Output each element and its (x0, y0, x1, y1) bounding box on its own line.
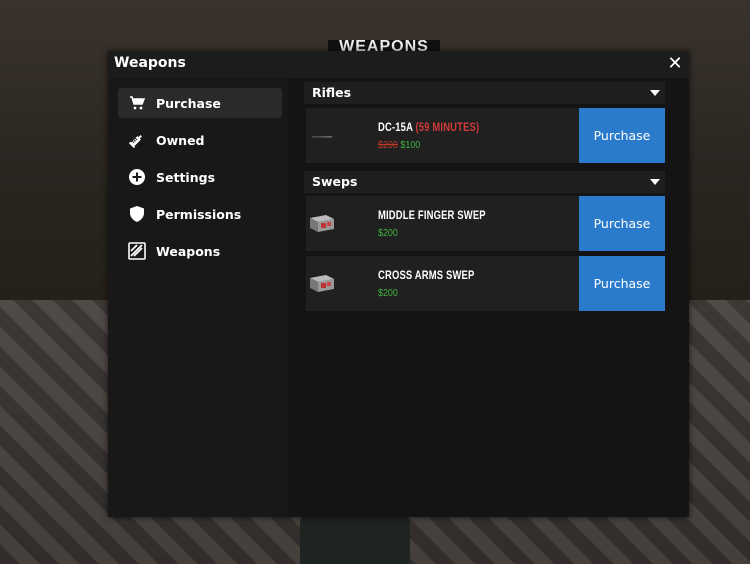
sidebar-item-owned[interactable]: Owned (118, 125, 282, 155)
window-title: Weapons (114, 55, 186, 71)
sidebar-item-permissions[interactable]: Permissions (118, 199, 282, 229)
category-title: Rifles (312, 85, 352, 100)
sidebar-item-label: Purchase (156, 95, 221, 111)
list-item: MIDDLE FINGER SWEP $200 Purchase (306, 196, 665, 251)
item-price-line: $200 (378, 287, 398, 299)
item-name: MIDDLE FINGER SWEP (378, 210, 486, 222)
item-old-price: $200 (378, 139, 398, 151)
purchase-button[interactable]: Purchase (579, 256, 665, 311)
item-price-line: $200 $100 (378, 139, 420, 151)
plus-circle-icon (128, 168, 146, 186)
list-item: DC-15A (59 MINUTES) $200 $100 Purchase (306, 108, 665, 163)
close-icon: ✕ (667, 53, 683, 74)
sidebar-item-label: Permissions (156, 206, 242, 222)
sidebar-item-label: Owned (156, 132, 205, 148)
close-button[interactable]: ✕ (665, 54, 685, 74)
item-price: $200 (378, 227, 398, 239)
item-timer: (59 MINUTES) (415, 122, 480, 134)
sidebar-item-label: Weapons (156, 243, 221, 259)
item-price: $100 (400, 139, 421, 151)
item-name: CROSS ARMS SWEP (378, 270, 475, 282)
sidebar-item-label: Settings (156, 169, 216, 185)
sidebar: Purchase Owned Settings Permissions Weap… (108, 78, 288, 517)
purchase-button[interactable]: Purchase (579, 196, 665, 251)
category-title: Sweps (312, 174, 358, 189)
cart-icon (128, 94, 146, 112)
item-name: DC-15A (378, 122, 413, 134)
sidebar-item-weapons[interactable]: Weapons (118, 236, 282, 266)
box-thumbnail-icon (308, 270, 364, 298)
item-price-line: $200 (378, 227, 398, 239)
sidebar-item-purchase[interactable]: Purchase (118, 88, 282, 118)
background-player (300, 515, 410, 564)
title-bar: Weapons ✕ (108, 51, 689, 78)
sidebar-item-settings[interactable]: Settings (118, 162, 282, 192)
shield-icon (128, 205, 146, 223)
box-thumbnail-icon (308, 210, 364, 238)
syringe-icon (128, 131, 146, 149)
category-header-sweps[interactable]: Sweps (304, 171, 665, 193)
chevron-down-icon (650, 179, 660, 185)
purchase-button[interactable]: Purchase (579, 108, 665, 163)
content-panel: Rifles DC-15A (59 MINUTES) $200 $100 Purc… (298, 78, 689, 517)
chevron-down-icon (650, 90, 660, 96)
weapons-window: Weapons ✕ Purchase Owned Settings Permis… (108, 51, 689, 517)
item-price: $200 (378, 287, 398, 299)
rifle-thumbnail-icon (308, 122, 364, 150)
weapons-icon (128, 242, 146, 260)
item-name-line: DC-15A (59 MINUTES) (378, 122, 479, 134)
category-header-rifles[interactable]: Rifles (304, 82, 665, 104)
list-item: CROSS ARMS SWEP $200 Purchase (306, 256, 665, 311)
